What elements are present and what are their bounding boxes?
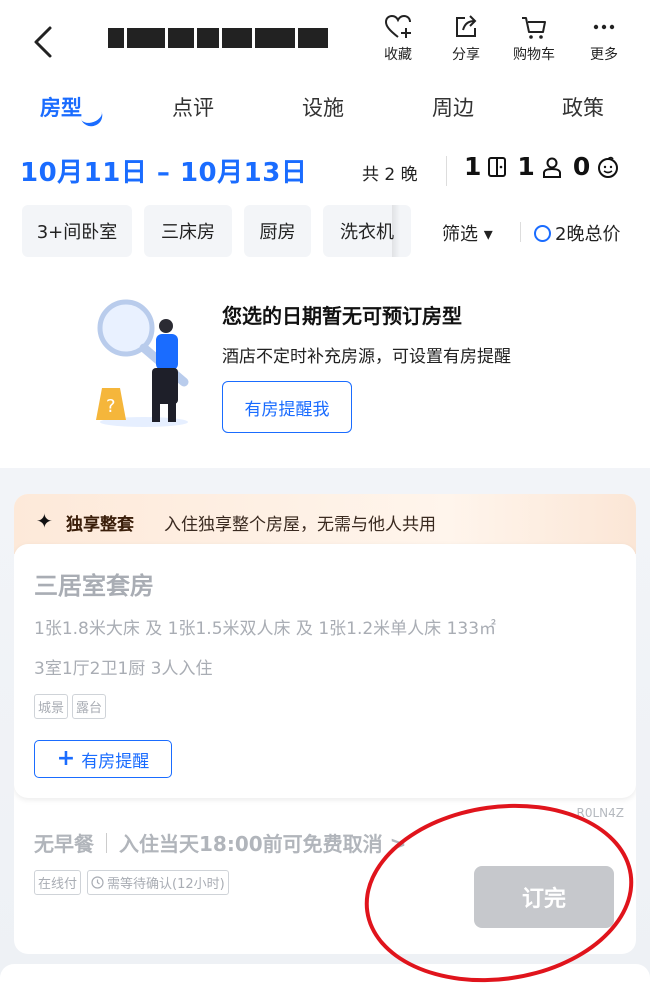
cart-label: 购物车 [513, 47, 555, 63]
divider [446, 156, 447, 186]
tab-reviews[interactable]: 点评 [172, 92, 214, 122]
room-tag: 露台 [72, 694, 107, 719]
rate-code: R0LN4Z [576, 806, 625, 820]
filter-chip-three-beds[interactable]: 三床房 [144, 205, 232, 257]
room-tag: 城景 [34, 694, 69, 719]
header-bar: 收藏 分享 购物车 更多 [0, 0, 650, 85]
rate-tags: 在线付 需等待确认(12小时) [34, 870, 229, 895]
exclusive-description: 入住独享整个房屋，无需与他人共用 [164, 515, 436, 535]
active-tab-indicator [80, 110, 106, 130]
clock-icon [91, 876, 104, 889]
rate-plan-title[interactable]: 无早餐 入住当天18:00前可免费取消 > [34, 828, 406, 857]
child-face-icon [598, 156, 619, 178]
adults-count: 1 [517, 152, 535, 181]
chevron-left-icon[interactable] [28, 22, 58, 62]
person-icon [542, 157, 561, 178]
room-door-icon [488, 156, 507, 177]
cart-icon [522, 17, 546, 39]
room-info-card[interactable]: 三居室套房 1张1.8米大床 及 1张1.5米双人床 及 1张1.2米单人床 1… [14, 544, 636, 798]
room-tags: 城景 露台 [34, 694, 107, 719]
empty-state-subtitle: 酒店不定时补充房源，可设置有房提醒 [222, 347, 511, 367]
room-notify-label: 有房提醒 [81, 751, 150, 772]
filter-dropdown[interactable]: 筛选 ▾ [442, 220, 493, 246]
filter-chip-bedrooms[interactable]: 3+间卧室 [22, 205, 132, 257]
plus-icon: + [56, 746, 76, 771]
more-label: 更多 [590, 47, 618, 63]
more-button[interactable]: 更多 [574, 14, 634, 64]
room-beds: 1张1.8米大床 及 1张1.5米双人床 及 1张1.2米单人床 133㎡ [34, 619, 497, 639]
search-illustration: ? [88, 296, 200, 432]
heart-plus-icon [384, 14, 411, 38]
cancel-policy: 入住当天18:00前可免费取消 > [119, 832, 407, 856]
hotel-title-blurred [108, 28, 328, 52]
exclusive-title: 独享整套 [66, 515, 134, 535]
tab-nearby[interactable]: 周边 [432, 92, 474, 122]
rate-tag: 在线付 [34, 870, 82, 895]
tab-room-types[interactable]: 房型 [40, 92, 82, 122]
tab-facilities[interactable]: 设施 [302, 92, 344, 122]
nights-count: 共 2 晚 [362, 165, 418, 185]
favorite-label: 收藏 [384, 47, 412, 63]
filter-scroll-shadow [392, 205, 400, 257]
filter-chip-kitchen[interactable]: 厨房 [244, 205, 311, 257]
tab-policies[interactable]: 政策 [562, 92, 604, 122]
more-icon [593, 24, 615, 30]
total-price-label: 2晚总价 [555, 224, 621, 245]
room-card: ✦ 独享整套 入住独享整个房屋，无需与他人共用 三居室套房 1张1.8米大床 及… [14, 494, 636, 954]
divider [106, 832, 107, 853]
section-tabs: 房型 点评 设施 周边 政策 [0, 92, 650, 130]
rate-tag-confirm-label: 需等待确认(12小时) [107, 877, 225, 892]
sold-out-button[interactable]: 订完 [474, 866, 614, 928]
favorite-button[interactable]: 收藏 [368, 14, 428, 64]
room-name: 三居室套房 [34, 572, 154, 600]
share-label: 分享 [452, 47, 480, 63]
children-count: 0 [572, 152, 591, 181]
room-notify-button[interactable]: + 有房提醒 [34, 740, 172, 778]
room-layout: 3室1厅2卫1厨 3人入住 [34, 659, 213, 679]
guest-selector[interactable]: 1 1 0 [464, 152, 624, 181]
meal-plan: 无早餐 [34, 832, 94, 856]
share-icon [456, 15, 477, 37]
notify-availability-button[interactable]: 有房提醒我 [222, 381, 352, 433]
radio-icon [534, 224, 551, 242]
divider [520, 222, 521, 242]
share-button[interactable]: 分享 [436, 14, 496, 64]
total-price-toggle[interactable]: 2晚总价 [534, 220, 620, 246]
date-range[interactable]: 10月11日 – 10月13日 [20, 152, 307, 189]
svg-text:?: ? [106, 396, 116, 417]
rooms-count: 1 [464, 152, 482, 181]
cart-button[interactable]: 购物车 [504, 14, 564, 64]
empty-state-title: 您选的日期暂无可预订房型 [222, 304, 462, 328]
sparkle-icon: ✦ [36, 509, 53, 533]
next-room-card [0, 964, 650, 1004]
rate-tag-confirm: 需等待确认(12小时) [87, 870, 229, 895]
